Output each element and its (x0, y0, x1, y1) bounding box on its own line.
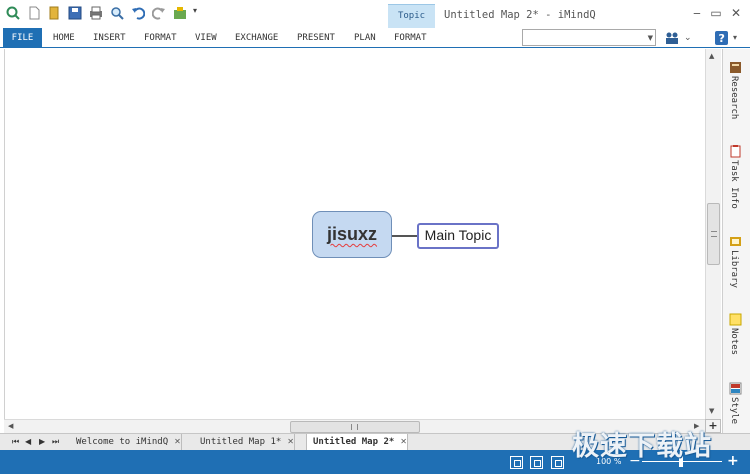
research-icon (730, 62, 741, 73)
side-item-library[interactable]: Library (727, 235, 749, 288)
library-icon (730, 237, 741, 246)
vertical-scroll-thumb[interactable] (707, 203, 720, 265)
people-icon[interactable] (664, 30, 680, 46)
task-info-icon (730, 145, 741, 158)
scroll-down-icon[interactable]: ▼ (709, 407, 714, 415)
chevron-down-icon[interactable]: ▼ (648, 30, 653, 46)
tab-file[interactable]: FILE (3, 28, 42, 48)
side-item-label: Library (729, 250, 739, 288)
tab-home[interactable]: HOME (53, 28, 75, 48)
previous-tab-icon[interactable]: ◀ (25, 437, 31, 446)
document-tab-active[interactable]: Untitled Map 2* ✕ (306, 434, 408, 450)
first-tab-icon[interactable]: ⏮ (12, 437, 19, 447)
side-item-label: Task Info (729, 160, 739, 209)
document-tab-label: Untitled Map 1* (200, 437, 282, 447)
side-item-style[interactable]: Style (727, 382, 749, 424)
side-item-label: Research (729, 76, 739, 120)
help-icon[interactable]: ? (714, 30, 730, 46)
full-screen-icon[interactable] (551, 456, 564, 469)
tab-insert[interactable]: INSERT (93, 28, 126, 48)
close-button[interactable]: ✕ (728, 5, 744, 21)
ribbon-tab-bar: FILE HOME INSERT FORMAT VIEW EXCHANGE PR… (0, 28, 750, 48)
document-tab-label: Welcome to iMindQ (76, 437, 169, 447)
horizontal-scroll-thumb[interactable] (290, 421, 420, 433)
help-dropdown-icon[interactable]: ▾ (733, 30, 741, 46)
next-tab-icon[interactable]: ▶ (39, 437, 45, 446)
undo-icon[interactable] (131, 6, 145, 20)
close-tab-icon[interactable]: ✕ (174, 434, 181, 450)
last-tab-icon[interactable]: ⏭ (52, 437, 59, 447)
redo-icon[interactable] (152, 6, 166, 20)
search-combobox[interactable]: ▼ (522, 29, 656, 46)
side-item-task-info[interactable]: Task Info (727, 145, 749, 209)
print-icon[interactable] (89, 6, 103, 20)
document-tab-label: Untitled Map 2* (313, 437, 395, 447)
tab-format-topic[interactable]: FORMAT (394, 28, 427, 48)
central-topic-label: jisuxz (326, 224, 378, 244)
chevron-down-icon[interactable]: ⌄ (684, 30, 694, 46)
restore-button[interactable]: ▭ (708, 5, 724, 21)
side-item-research[interactable]: Research (727, 61, 749, 119)
plugin-icon[interactable] (173, 6, 187, 20)
central-topic[interactable]: jisuxz (312, 211, 392, 258)
tab-format[interactable]: FORMAT (144, 28, 177, 48)
side-item-label: Style (729, 397, 739, 425)
scroll-left-icon[interactable]: ◀ (8, 422, 13, 430)
vertical-scrollbar[interactable]: ▲ ▼ (705, 49, 721, 419)
notes-icon (729, 313, 742, 326)
topic-connector (392, 235, 418, 237)
window-title: Untitled Map 2* - iMindQ (444, 9, 596, 21)
fit-selection-icon[interactable] (530, 456, 543, 469)
zoom-in-button[interactable]: + (727, 453, 739, 469)
side-panel: Research Task Info Library Notes Style (722, 49, 750, 440)
zoom-icon[interactable] (110, 6, 124, 20)
close-tab-icon[interactable]: ✕ (400, 434, 407, 450)
side-item-label: Notes (729, 328, 739, 356)
side-item-notes[interactable]: Notes (727, 313, 749, 355)
title-bar: ▾ Topic Untitled Map 2* - iMindQ ‒ ▭ ✕ (0, 0, 750, 28)
document-tab[interactable]: Untitled Map 1* ✕ (194, 434, 295, 450)
tab-view[interactable]: VIEW (195, 28, 217, 48)
save-icon[interactable] (68, 6, 82, 20)
watermark-logo: 极速下载站 (572, 431, 712, 462)
scroll-up-icon[interactable]: ▲ (709, 52, 714, 60)
document-tab[interactable]: Welcome to iMindQ ✕ (70, 434, 182, 450)
minimize-button[interactable]: ‒ (689, 5, 705, 21)
tab-exchange[interactable]: EXCHANGE (235, 28, 278, 48)
style-icon (729, 382, 742, 395)
new-document-icon[interactable] (27, 6, 41, 20)
svg-text:?: ? (719, 32, 725, 45)
close-tab-icon[interactable]: ✕ (287, 434, 294, 450)
main-topic[interactable]: Main Topic (417, 223, 499, 249)
tab-present[interactable]: PRESENT (297, 28, 335, 48)
customize-dropdown-icon[interactable]: ▾ (193, 6, 201, 20)
tab-plan[interactable]: PLAN (354, 28, 376, 48)
new-topic-icon[interactable] (6, 6, 20, 20)
tab-topic-context[interactable]: Topic (388, 4, 435, 28)
open-folder-icon[interactable] (47, 6, 61, 20)
fit-map-icon[interactable] (510, 456, 523, 469)
